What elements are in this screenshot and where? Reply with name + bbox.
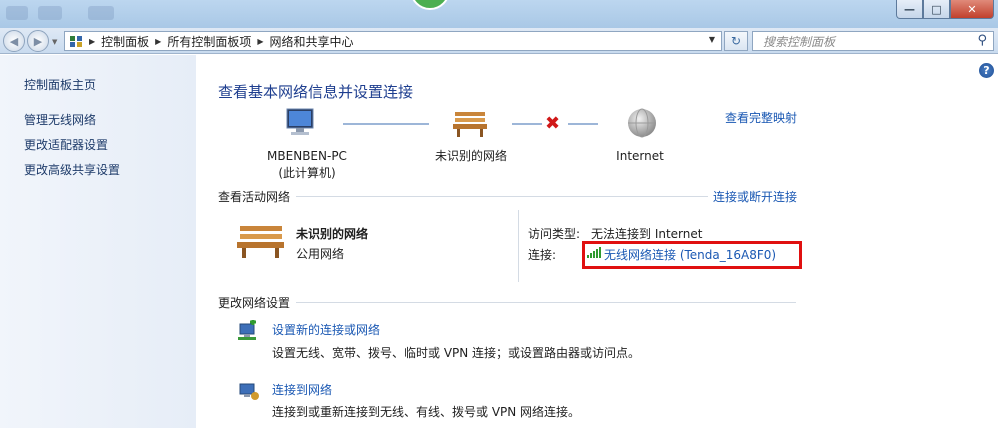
title-bar: — □ ✕ bbox=[0, 0, 998, 28]
breadcrumb-separator-icon[interactable]: ▶ bbox=[155, 37, 161, 46]
active-network-name: 未识别的网络 bbox=[296, 227, 369, 241]
change-settings-heading: 更改网络设置 bbox=[218, 296, 291, 310]
internet-label: Internet bbox=[616, 149, 664, 163]
highlight-annotation bbox=[582, 241, 802, 269]
sidebar-item-advanced-sharing[interactable]: 更改高级共享设置 bbox=[24, 161, 120, 178]
computer-sub-label: (此计算机) bbox=[278, 166, 336, 180]
title-blur bbox=[6, 6, 28, 20]
view-full-map-link[interactable]: 查看完整映射 bbox=[725, 109, 797, 126]
title-blur bbox=[88, 6, 114, 20]
bench-network-icon bbox=[451, 108, 489, 141]
maximize-button[interactable]: □ bbox=[923, 0, 950, 19]
connect-to-network-desc: 连接到或重新连接到无线、有线、拨号或 VPN 网络连接。 bbox=[272, 405, 581, 419]
setup-new-connection-link[interactable]: 设置新的连接或网络 bbox=[272, 321, 380, 338]
help-icon[interactable]: ? bbox=[979, 63, 994, 78]
setup-new-connection-desc: 设置无线、宽带、拨号、临时或 VPN 连接；或设置路由器或访问点。 bbox=[272, 346, 641, 360]
bench-network-icon bbox=[234, 222, 286, 263]
access-type-value: 无法连接到 Internet bbox=[591, 227, 703, 241]
breadcrumb-all-items[interactable]: 所有控制面板项 bbox=[167, 33, 251, 50]
connect-to-network-link[interactable]: 连接到网络 bbox=[272, 381, 332, 398]
forward-arrow-icon: ▶ bbox=[33, 34, 43, 48]
map-connection-line bbox=[568, 123, 598, 125]
connection-label: 连接: bbox=[528, 248, 557, 262]
map-connection-line bbox=[512, 123, 542, 125]
computer-label: MBENBEN-PC (此计算机) bbox=[240, 148, 374, 182]
close-button[interactable]: ✕ bbox=[950, 0, 994, 19]
vertical-divider bbox=[518, 210, 519, 282]
address-toolbar: ◀ ▶ ▼ ▶ 控制面板 ▶ 所有控制面板项 ▶ 网络和共享中心 ▼ ↻ 搜索控… bbox=[0, 28, 998, 54]
window-controls: — □ ✕ bbox=[896, 0, 994, 19]
connect-disconnect-link[interactable]: 连接或断开连接 bbox=[713, 188, 797, 205]
network-label: 未识别的网络 bbox=[434, 149, 507, 163]
disconnected-x-icon: ✖ bbox=[545, 113, 561, 134]
access-type-label: 访问类型: bbox=[528, 227, 581, 241]
refresh-icon: ↻ bbox=[730, 34, 742, 48]
search-icon[interactable]: ⚲ bbox=[977, 33, 987, 48]
search-placeholder: 搜索控制面板 bbox=[763, 34, 836, 49]
refresh-button[interactable]: ↻ bbox=[724, 31, 748, 51]
forward-button[interactable]: ▶ bbox=[27, 30, 49, 52]
breadcrumb-control-panel[interactable]: 控制面板 bbox=[101, 33, 149, 50]
sidebar: 控制面板主页 管理无线网络 更改适配器设置 更改高级共享设置 bbox=[0, 55, 196, 428]
breadcrumb-separator-icon[interactable]: ▶ bbox=[257, 37, 263, 46]
page-title: 查看基本网络信息并设置连接 bbox=[218, 83, 414, 101]
section-divider bbox=[296, 302, 796, 303]
search-input[interactable]: 搜索控制面板 ⚲ bbox=[752, 31, 994, 51]
recent-pages-chevron-icon[interactable]: ▼ bbox=[52, 38, 57, 46]
back-button[interactable]: ◀ bbox=[3, 30, 25, 52]
section-divider bbox=[296, 196, 708, 197]
control-panel-icon bbox=[69, 35, 83, 48]
address-bar[interactable]: ▶ 控制面板 ▶ 所有控制面板项 ▶ 网络和共享中心 ▼ bbox=[64, 31, 722, 51]
breadcrumb-separator-icon[interactable]: ▶ bbox=[89, 37, 95, 46]
computer-name: MBENBEN-PC bbox=[267, 149, 347, 163]
top-status-icon bbox=[410, 0, 450, 10]
title-blur bbox=[38, 6, 62, 20]
computer-icon bbox=[283, 107, 317, 142]
internet-globe-icon bbox=[626, 107, 658, 142]
map-connection-line bbox=[343, 123, 429, 125]
sidebar-item-control-panel-home[interactable]: 控制面板主页 bbox=[24, 76, 96, 93]
connect-network-icon bbox=[236, 380, 260, 405]
active-network-type[interactable]: 公用网络 bbox=[296, 245, 344, 262]
sidebar-item-manage-wireless[interactable]: 管理无线网络 bbox=[24, 111, 96, 128]
new-connection-icon bbox=[236, 319, 260, 345]
back-arrow-icon: ◀ bbox=[9, 34, 19, 48]
breadcrumb-network-center[interactable]: 网络和共享中心 bbox=[270, 33, 354, 50]
address-dropdown-icon[interactable]: ▼ bbox=[709, 35, 715, 44]
minimize-button[interactable]: — bbox=[896, 0, 923, 19]
sidebar-item-adapter-settings[interactable]: 更改适配器设置 bbox=[24, 136, 108, 153]
active-networks-heading: 查看活动网络 bbox=[218, 190, 291, 204]
